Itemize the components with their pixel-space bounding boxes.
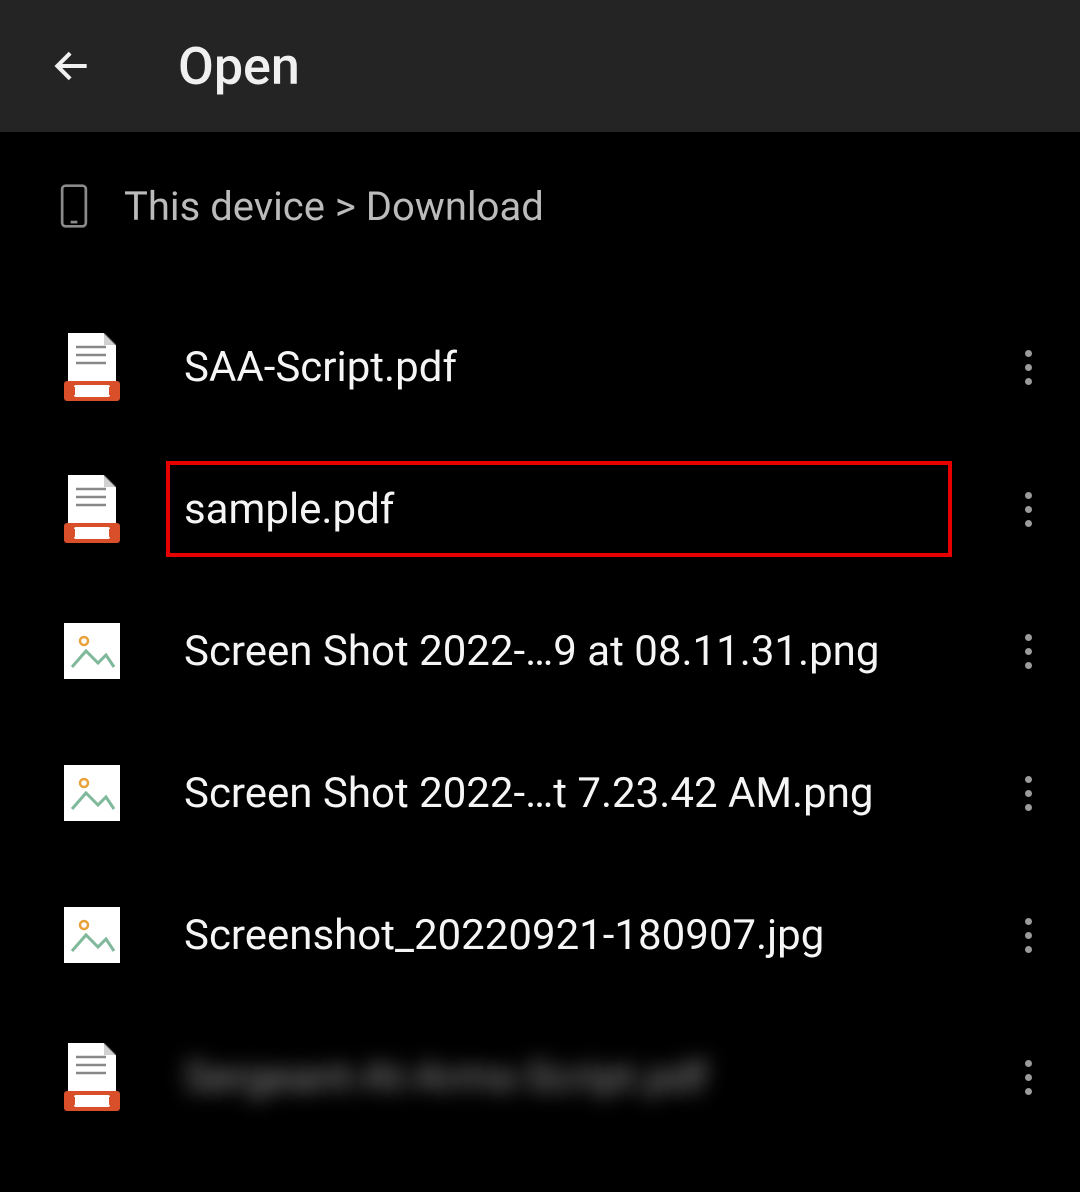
more-options-button[interactable] — [1004, 627, 1052, 675]
more-vertical-icon — [1025, 918, 1032, 953]
file-name: Screen Shot 2022-…9 at 08.11.31.png — [184, 627, 988, 676]
image-file-icon — [64, 901, 120, 969]
more-vertical-icon — [1025, 1060, 1032, 1095]
pdf-file-icon — [64, 1043, 120, 1111]
file-name: SAA-Script.pdf — [184, 343, 988, 392]
file-row[interactable]: Screenshot_20220921-180907.jpg — [0, 864, 1080, 1006]
breadcrumb[interactable]: This device > Download — [0, 132, 1080, 242]
file-row[interactable]: SAA-Script.pdf — [0, 296, 1080, 438]
more-options-button[interactable] — [1004, 343, 1052, 391]
file-row[interactable]: Screen Shot 2022-…t 7.23.42 AM.png — [0, 722, 1080, 864]
file-name: sample.pdf — [184, 485, 988, 534]
file-row[interactable]: Sergeant-At-Arms-Script.pdf — [0, 1006, 1080, 1148]
more-vertical-icon — [1025, 776, 1032, 811]
file-row[interactable]: sample.pdf — [0, 438, 1080, 580]
file-name: Sergeant-At-Arms-Script.pdf — [184, 1053, 988, 1102]
image-file-icon — [64, 617, 120, 685]
file-name: Screen Shot 2022-…t 7.23.42 AM.png — [184, 769, 988, 818]
more-options-button[interactable] — [1004, 1053, 1052, 1101]
more-options-button[interactable] — [1004, 485, 1052, 533]
more-vertical-icon — [1025, 634, 1032, 669]
pdf-file-icon — [64, 333, 120, 401]
breadcrumb-text: This device > Download — [124, 183, 544, 230]
file-name: Screenshot_20220921-180907.jpg — [184, 911, 988, 960]
device-icon — [60, 184, 88, 228]
more-vertical-icon — [1025, 350, 1032, 385]
arrow-left-icon — [50, 44, 94, 88]
file-row[interactable]: Screen Shot 2022-…9 at 08.11.31.png — [0, 580, 1080, 722]
more-options-button[interactable] — [1004, 769, 1052, 817]
more-vertical-icon — [1025, 492, 1032, 527]
more-options-button[interactable] — [1004, 911, 1052, 959]
app-header: Open — [0, 0, 1080, 132]
pdf-file-icon — [64, 475, 120, 543]
page-title: Open — [178, 36, 300, 97]
file-list: SAA-Script.pdf sample.pdf Screen Shot 2022… — [0, 242, 1080, 1148]
image-file-icon — [64, 759, 120, 827]
back-button[interactable] — [48, 42, 96, 90]
